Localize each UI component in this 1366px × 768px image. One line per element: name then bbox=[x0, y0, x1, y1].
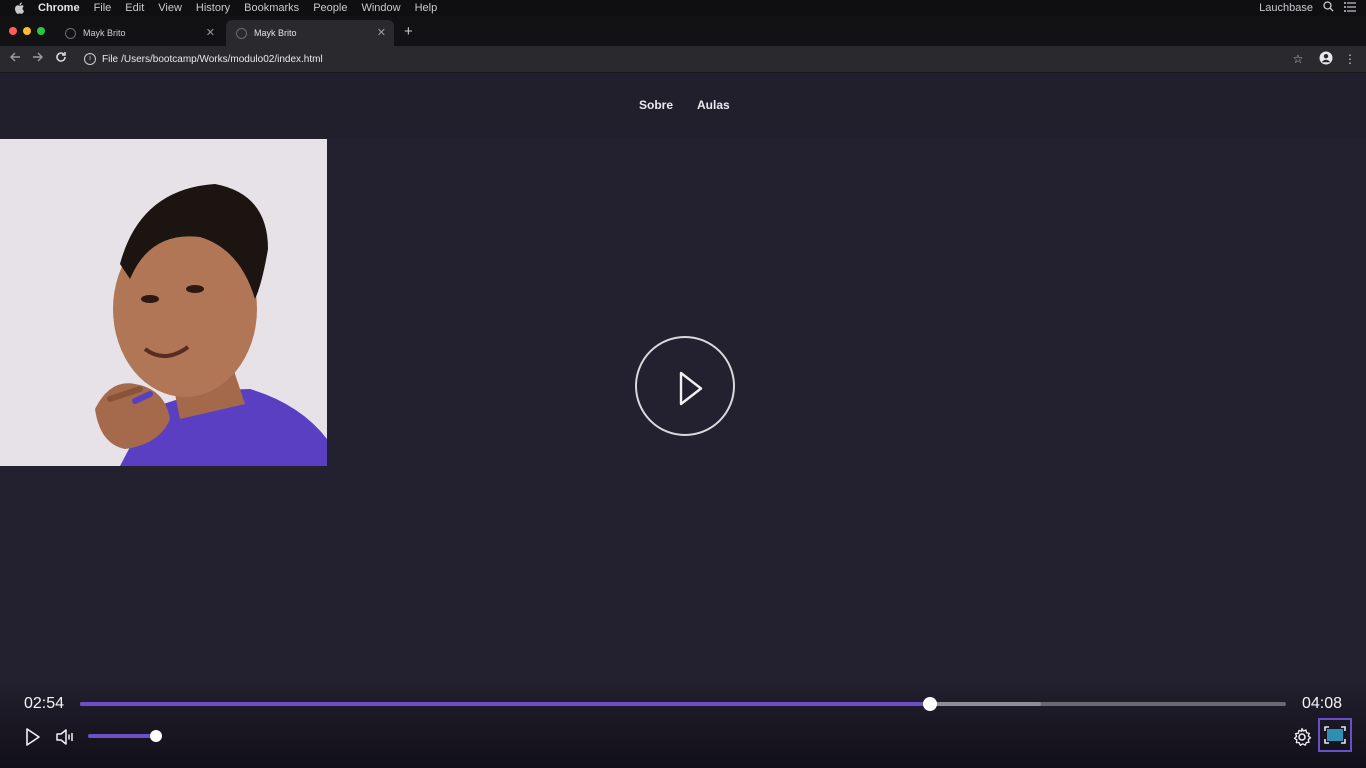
profile-photo bbox=[0, 139, 327, 466]
fullscreen-icon bbox=[1324, 726, 1346, 744]
menu-history[interactable]: History bbox=[196, 2, 230, 14]
menubar-right-label[interactable]: Lauchbase bbox=[1259, 2, 1313, 14]
menu-view[interactable]: View bbox=[158, 2, 182, 14]
big-play-button[interactable] bbox=[635, 336, 735, 436]
profile-avatar-icon[interactable] bbox=[1318, 51, 1334, 67]
menu-window[interactable]: Window bbox=[361, 2, 400, 14]
duration-time: 04:08 bbox=[1301, 695, 1342, 712]
minimize-window-icon[interactable] bbox=[23, 27, 31, 35]
notification-center-icon[interactable] bbox=[1344, 1, 1356, 15]
menu-edit[interactable]: Edit bbox=[125, 2, 144, 14]
volume-slider[interactable] bbox=[88, 730, 162, 742]
play-icon bbox=[679, 371, 703, 406]
globe-icon bbox=[236, 27, 247, 39]
spotlight-search-icon[interactable] bbox=[1323, 1, 1334, 15]
close-window-icon[interactable] bbox=[9, 27, 17, 35]
reload-icon[interactable] bbox=[53, 51, 69, 67]
seek-bar[interactable] bbox=[80, 697, 1286, 711]
page-header: Sobre Aulas bbox=[0, 73, 1366, 138]
volume-level bbox=[88, 734, 156, 738]
browser-toolbar: i File /Users/bootcamp/Works/modulo02/in… bbox=[0, 46, 1366, 73]
gear-icon bbox=[1293, 727, 1312, 746]
maximize-window-icon[interactable] bbox=[37, 27, 45, 35]
site-info-icon[interactable]: i bbox=[84, 53, 96, 65]
apple-icon[interactable] bbox=[14, 2, 26, 14]
browser-tab-active[interactable]: Mayk Brito ✕ bbox=[226, 20, 394, 46]
play-icon bbox=[26, 728, 40, 746]
menu-people[interactable]: People bbox=[313, 2, 347, 14]
play-button[interactable] bbox=[21, 726, 43, 748]
video-controls: 02:54 04:08 bbox=[0, 680, 1366, 768]
portrait-illustration bbox=[0, 139, 327, 466]
nav-link-aulas[interactable]: Aulas bbox=[697, 98, 730, 112]
window-controls bbox=[9, 27, 51, 35]
browser-menu-icon[interactable]: ⋮ bbox=[1342, 51, 1358, 67]
tab-title: Mayk Brito bbox=[254, 28, 297, 38]
tab-title: Mayk Brito bbox=[83, 28, 126, 38]
address-bar[interactable]: i File /Users/bootcamp/Works/modulo02/in… bbox=[78, 50, 1278, 68]
menu-bookmarks[interactable]: Bookmarks bbox=[244, 2, 299, 14]
forward-arrow-icon[interactable] bbox=[30, 51, 46, 67]
volume-thumb[interactable] bbox=[150, 730, 162, 742]
close-tab-icon[interactable]: ✕ bbox=[377, 26, 386, 39]
new-tab-icon[interactable]: + bbox=[404, 23, 413, 40]
browser-tab[interactable]: Mayk Brito ✕ bbox=[55, 20, 223, 46]
menubar-app-name[interactable]: Chrome bbox=[38, 2, 80, 14]
page-nav: Sobre Aulas bbox=[639, 98, 754, 112]
macos-menubar: Chrome File Edit View History Bookmarks … bbox=[0, 0, 1366, 16]
fullscreen-button[interactable] bbox=[1318, 718, 1352, 752]
bookmark-star-icon[interactable]: ☆ bbox=[1290, 51, 1306, 67]
back-arrow-icon[interactable] bbox=[7, 51, 23, 67]
volume-icon bbox=[56, 729, 73, 745]
settings-button[interactable] bbox=[1291, 726, 1313, 748]
menu-file[interactable]: File bbox=[94, 2, 112, 14]
mute-button[interactable] bbox=[54, 726, 76, 748]
current-time: 02:54 bbox=[24, 695, 65, 712]
web-page: Sobre Aulas 02:54 04:08 bbox=[0, 73, 1366, 768]
seek-progress bbox=[80, 702, 931, 706]
browser-tab-strip: Mayk Brito ✕ Mayk Brito ✕ + bbox=[0, 16, 1366, 46]
menu-help[interactable]: Help bbox=[415, 2, 438, 14]
url-scheme-label: File bbox=[102, 53, 119, 65]
seek-thumb[interactable] bbox=[923, 697, 938, 711]
close-tab-icon[interactable]: ✕ bbox=[206, 26, 215, 39]
globe-icon bbox=[65, 27, 76, 39]
url-text[interactable]: /Users/bootcamp/Works/modulo02/index.htm… bbox=[121, 54, 323, 65]
nav-link-sobre[interactable]: Sobre bbox=[639, 98, 673, 112]
